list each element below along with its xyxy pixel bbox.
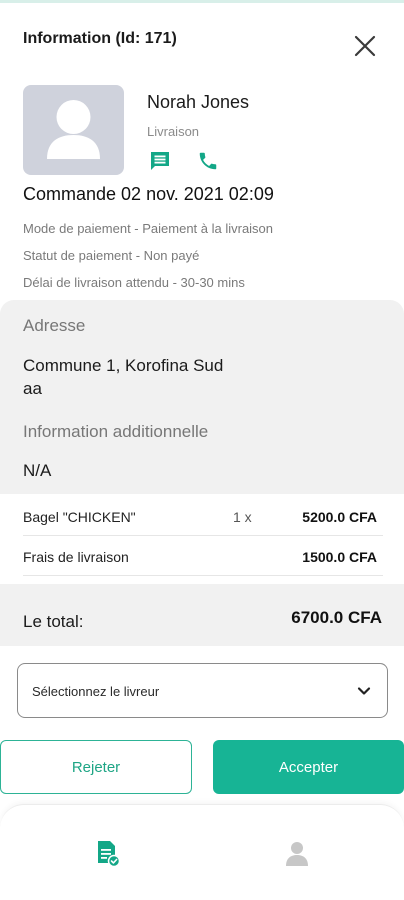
list-item: Frais de livraison 1500.0 CFA: [23, 536, 383, 576]
order-title: Commande 02 nov. 2021 02:09: [23, 184, 274, 204]
phone-icon: [199, 152, 217, 170]
close-icon: [354, 35, 376, 57]
accept-button[interactable]: Accepter: [213, 740, 404, 794]
dialog-header: Information (Id: 171): [0, 0, 404, 80]
address-label: Adresse: [23, 316, 86, 335]
additional-info-label: Information additionnelle: [23, 422, 209, 441]
order-items: Bagel "CHICKEN" 1 x 5200.0 CFA Frais de …: [0, 494, 404, 578]
reject-button[interactable]: Rejeter: [0, 740, 192, 794]
total-label: Le total:: [23, 612, 84, 631]
chat-button[interactable]: [149, 150, 171, 172]
bottom-navigation: [0, 804, 404, 900]
user-icon: [286, 842, 308, 866]
order-total: Le total: 6700.0 CFA: [0, 584, 404, 646]
list-item: Bagel "CHICKEN" 1 x 5200.0 CFA: [23, 496, 383, 536]
address-section: Adresse Commune 1, Korofina Sud aa Infor…: [0, 300, 404, 494]
call-button[interactable]: [197, 150, 219, 172]
address-line-1: Commune 1, Korofina Sud: [23, 356, 224, 375]
driver-select-value: Sélectionnez le livreur: [32, 684, 160, 699]
orders-icon: [98, 841, 121, 868]
close-button[interactable]: [350, 31, 380, 61]
address-line-2: aa: [23, 379, 42, 398]
dialog-title: Information (Id: 171): [23, 30, 177, 47]
item-name: Bagel "CHICKEN": [23, 509, 136, 525]
customer-profile: Norah Jones Livraison: [0, 84, 404, 184]
avatar-placeholder-icon: [47, 100, 100, 159]
item-quantity: 1 x: [233, 509, 252, 525]
customer-role: Livraison: [147, 124, 200, 139]
customer-name: Norah Jones: [147, 92, 250, 112]
nav-orders[interactable]: [93, 839, 123, 869]
item-price: 5200.0 CFA: [302, 509, 377, 525]
avatar: [23, 85, 124, 175]
chat-icon: [151, 152, 169, 170]
driver-select[interactable]: Sélectionnez le livreur: [17, 663, 388, 718]
payment-status: Statut de paiement - Non payé: [23, 248, 200, 263]
payment-mode: Mode de paiement - Paiement à la livrais…: [23, 221, 274, 236]
item-price: 1500.0 CFA: [302, 549, 377, 565]
nav-profile[interactable]: [282, 839, 312, 869]
item-name: Frais de livraison: [23, 549, 129, 565]
total-value: 6700.0 CFA: [291, 608, 382, 627]
delivery-time: Délai de livraison attendu - 30-30 mins: [23, 275, 245, 290]
order-summary: Commande 02 nov. 2021 02:09 Mode de paie…: [23, 184, 393, 296]
chevron-down-icon: [357, 687, 371, 695]
additional-info-value: N/A: [23, 461, 52, 480]
